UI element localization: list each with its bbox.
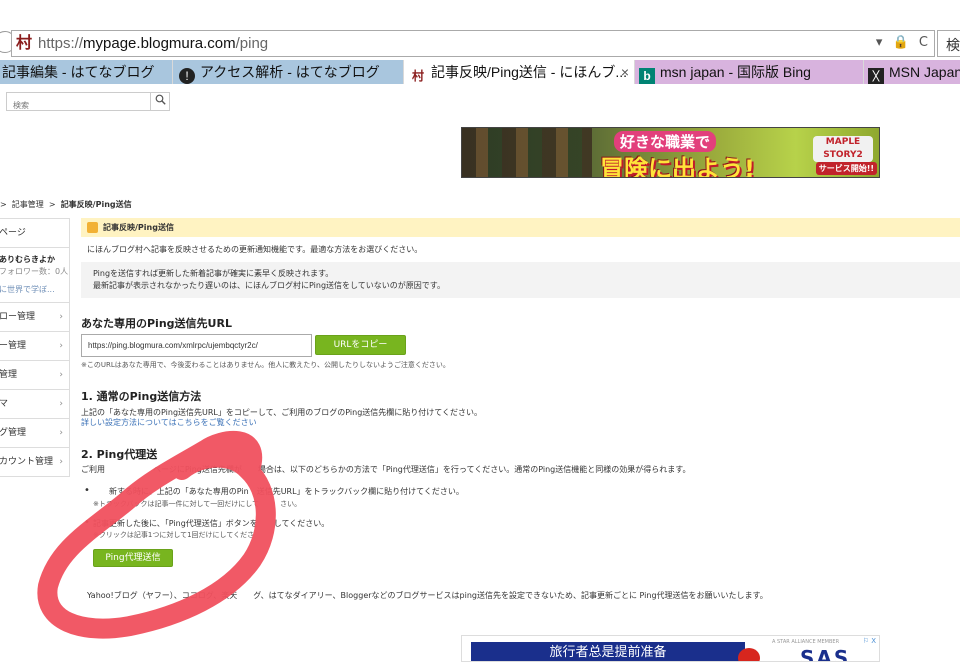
section1-heading: 1. 通常のPing送信方法: [81, 390, 202, 403]
sidebar-profile: ありむらきよか フォロワー数：0人 に世界で学ぼ...: [0, 248, 69, 303]
search-input[interactable]: [7, 97, 147, 114]
chevron-right-icon: ›: [59, 370, 63, 380]
sas-banner-ad[interactable]: 旅行者总是提前准备 A STAR ALLIANCE MEMBER SAS ⚐ X: [461, 635, 880, 662]
dropdown-arrow-icon[interactable]: ▾: [876, 35, 883, 50]
chevron-right-icon: ›: [59, 312, 63, 322]
chevron-right-icon: ›: [59, 341, 63, 351]
tab-msn[interactable]: ᚷ MSN Japan: [864, 60, 960, 84]
ping-url-heading: あなた専用のPing送信先URL: [81, 317, 232, 330]
section2-heading: 2. Ping代理送: [81, 448, 158, 461]
profile-blog-link[interactable]: に世界で学ぼ...: [0, 284, 69, 296]
breadcrumb-item-article-management[interactable]: 記事管理: [12, 200, 44, 209]
refresh-icon[interactable]: C: [919, 35, 928, 50]
tab-blogmura-ping[interactable]: 村記事反映/Ping送信 - にほんブ... ×: [404, 60, 634, 84]
bullet-trackback-note: ※トラックバックは記事一件に対して一回だけにして さい。: [93, 500, 302, 508]
intro-text: にほんブログ村へ記事を反映させるための更新通知機能です。最適な方法をお選びくださ…: [87, 245, 423, 254]
tab-bar: 記事編集 - はてなブログ ! アクセス解析 - はてなブログ 村記事反映/Pin…: [0, 60, 960, 84]
sidebar-item-category[interactable]: ー管理 ›: [0, 332, 69, 361]
ad-close-icon[interactable]: ⚐ X: [863, 637, 876, 645]
bing-icon: b: [639, 68, 655, 84]
tab-title: アクセス解析 - はてなブログ: [200, 64, 380, 80]
ping-proxy-send-button[interactable]: Ping代理送信: [93, 549, 173, 567]
tab-title: 記事編集 - はてなブログ: [2, 64, 155, 80]
breadcrumb-current: 記事反映/Ping送信: [60, 200, 132, 209]
sidebar-item-label: グ管理: [0, 428, 27, 438]
footer-note: Yahoo!ブログ（ヤフー）、ココログ、楽天 グ、はてなダイアリー、Blogge…: [87, 591, 768, 600]
profile-name[interactable]: ありむらきよか: [0, 254, 69, 266]
ad-alliance-label: A STAR ALLIANCE MEMBER: [772, 639, 840, 645]
tab-title: MSN Japan: [889, 64, 960, 80]
chevron-right-icon: ›: [59, 428, 63, 438]
address-bar-row: 村 https://mypage.blogmura.com/ping ▾ 🔒 C…: [0, 30, 960, 57]
breadcrumb-separator: >: [48, 200, 56, 209]
section-header: 記事反映/Ping送信: [81, 218, 960, 237]
notice-line: Pingを送信すれば更新した新着記事が確実に素早く反映されます。: [93, 269, 334, 278]
tab-title: 記事反映/Ping送信 - にほんブ...: [431, 64, 628, 80]
blogmura-icon: 村: [411, 69, 424, 83]
breadcrumb: > 記事管理 > 記事反映/Ping送信: [0, 199, 132, 210]
search-icon[interactable]: [150, 93, 169, 110]
setup-guide-link[interactable]: 詳しい設定方法についてはこちらをご覧ください: [81, 417, 257, 428]
maplestory-logo: MAPLE STORY2: [813, 136, 873, 162]
notice-line: 最新記事が表示されなかったり遅いのは、にほんブログ村にPing送信をしていないの…: [93, 281, 445, 290]
screen: 村 https://mypage.blogmura.com/ping ▾ 🔒 C…: [0, 0, 960, 662]
sidebar-item-label: ページ: [0, 228, 26, 238]
address-url[interactable]: https://mypage.blogmura.com/ping: [38, 35, 268, 52]
page-search: [6, 92, 170, 114]
msn-icon: ᚷ: [868, 68, 884, 84]
ping-url-field[interactable]: [81, 334, 312, 357]
banner-headline: 冒険に出よう!: [600, 155, 755, 178]
document-icon: [87, 222, 98, 233]
sidebar-item-follow[interactable]: ロー管理 ›: [0, 303, 69, 332]
tab-title: msn japan - 国际版 Bing: [660, 64, 811, 80]
section2-text: ご利用 ページにPing送信先欄が 場合は、以下のどちらかの方法で「Ping代理…: [81, 465, 691, 474]
sas-logo: SAS: [800, 646, 851, 662]
tab-hatena-edit[interactable]: 記事編集 - はてなブログ: [0, 60, 172, 84]
address-bar-icons: ▾ 🔒 C: [870, 35, 928, 50]
bullet-trackback: 新する時に、上記の「あなた専用のPin 送信先URL」をトラックバック欄に貼り付…: [84, 486, 464, 497]
chevron-right-icon: ›: [59, 457, 63, 467]
sidebar-item-label: マ: [0, 399, 8, 409]
url-path: /ping: [235, 35, 269, 52]
sidebar-item-label: ロー管理: [0, 312, 36, 322]
browser-search-box[interactable]: 検: [937, 30, 960, 57]
ping-url-note: ※このURLはあなた専用で、今後変わることはありません。他人に教えたり、公開した…: [81, 361, 450, 369]
banner-characters-image: [462, 128, 592, 177]
close-tab-icon[interactable]: ×: [621, 60, 629, 84]
banner-service-label: サービス開始!!: [815, 162, 877, 175]
sidebar-item-account[interactable]: カウント管理 ›: [0, 448, 69, 477]
url-scheme: https://: [38, 35, 84, 52]
tab-hatena-analytics[interactable]: ! アクセス解析 - はてなブログ: [173, 60, 403, 84]
hatena-icon: !: [179, 68, 195, 84]
sidebar-item-label: ー管理: [0, 341, 27, 351]
blogmura-icon: 村: [16, 33, 33, 52]
page-title: 記事反映/Ping送信: [103, 223, 174, 232]
address-bar[interactable]: 村 https://mypage.blogmura.com/ping ▾ 🔒 C: [11, 30, 935, 57]
chevron-right-icon: ›: [59, 399, 63, 409]
ad-headline: 旅行者总是提前准备: [471, 642, 745, 661]
sidebar-item-mypage[interactable]: ページ: [0, 219, 69, 248]
url-host: mypage.blogmura.com: [83, 35, 236, 52]
sidebar-item-label: 管理: [0, 370, 18, 380]
maplestory-banner-ad[interactable]: 好きな職業で 冒険に出よう! MAPLE STORY2 サービス開始!!: [461, 127, 880, 178]
copy-url-button[interactable]: URLをコピー: [315, 335, 406, 355]
ping-notice: Pingを送信すれば更新した新着記事が確実に素早く反映されます。 最新記事が表示…: [81, 262, 960, 298]
sidebar-item-theme[interactable]: マ›: [0, 390, 69, 419]
profile-followers: フォロワー数：0人: [0, 267, 69, 276]
bullet-proxy-button: 記事更新した後に、「Ping代理送信」ボタンを してください。: [84, 518, 329, 529]
sidebar-item-label: カウント管理: [0, 457, 54, 467]
sidebar-item-blog[interactable]: グ管理 ›: [0, 419, 69, 448]
bullet-proxy-note: ※クリックは記事1つに対して1回だけにしてくださ: [93, 531, 255, 539]
breadcrumb-separator: >: [0, 200, 7, 209]
tab-bing[interactable]: b msn japan - 国际版 Bing: [635, 60, 863, 84]
sidebar: ページ ありむらきよか フォロワー数：0人 に世界で学ぼ... ロー管理 › ー管…: [0, 218, 70, 477]
sidebar-item-article[interactable]: 管理 ›: [0, 361, 69, 390]
ad-red-badge: [738, 648, 760, 661]
lock-icon: 🔒: [892, 35, 909, 50]
